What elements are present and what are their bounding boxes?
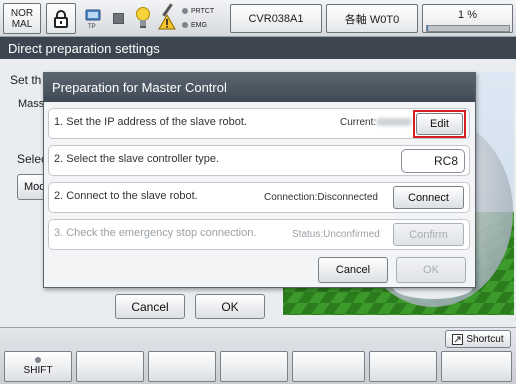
controller-type-step: 2. Select the slave controller type.: [54, 153, 220, 165]
bg-set-text: Set th: [10, 73, 42, 87]
status-light-icon: [134, 6, 154, 32]
shortcut-button[interactable]: Shortcut: [445, 330, 511, 348]
status-square-icon: [113, 13, 124, 24]
function-key-f1[interactable]: [76, 351, 144, 382]
axis-mode-label: 各軸 W0T0: [344, 13, 400, 26]
lock-icon: [54, 9, 68, 28]
shift-label: SHIFT: [23, 365, 53, 376]
ip-address-step: 1. Set the IP address of the slave robot…: [54, 116, 248, 128]
emergency-stop-status: Status:Unconfirmed: [292, 229, 380, 240]
controller-type-value: RC8: [433, 154, 458, 168]
connect-button[interactable]: Connect: [393, 186, 464, 209]
function-key-f6[interactable]: [441, 351, 512, 382]
master-control-dialog: [43, 72, 476, 288]
function-key-f5[interactable]: [369, 351, 437, 382]
shortcut-label: Shortcut: [466, 333, 504, 345]
dialog-ok-button[interactable]: OK: [396, 257, 466, 283]
bg-cancel-button[interactable]: Cancel: [115, 294, 185, 319]
speed-bar: [425, 25, 510, 32]
robot-name: CVR038A1: [248, 12, 304, 25]
controller-type-field[interactable]: RC8: [401, 149, 465, 173]
title-bar: Direct preparation settings: [0, 37, 516, 59]
mode-line1: NOR: [10, 7, 34, 19]
function-key-f4[interactable]: [292, 351, 365, 382]
prtct-dot: [182, 8, 188, 14]
edit-ip-button[interactable]: Edit: [416, 113, 463, 135]
axis-mode-button[interactable]: 各軸 W0T0: [326, 4, 418, 33]
connect-label: Connect: [408, 191, 449, 204]
prtct-indicator: PRTCT: [182, 5, 232, 17]
function-key-f2[interactable]: [148, 351, 216, 382]
current-ip-label: Current:: [340, 117, 377, 128]
teach-pendant-icon: [85, 9, 101, 21]
speed-label: 1 %: [458, 9, 477, 21]
bg-ok-label: OK: [221, 299, 239, 314]
emg-label: EMG: [191, 21, 207, 29]
tp-indicator: TP: [82, 7, 106, 33]
emg-indicator: EMG: [182, 19, 232, 31]
shift-key[interactable]: SHIFT: [4, 351, 72, 382]
lock-button[interactable]: [46, 3, 76, 34]
bg-ok-button[interactable]: OK: [195, 294, 265, 319]
mode-line2: MAL: [11, 18, 33, 30]
prtct-label: PRTCT: [191, 7, 215, 15]
emg-dot: [182, 22, 188, 28]
robot-name-button[interactable]: CVR038A1: [230, 4, 322, 33]
dialog-title: Preparation for Master Control: [52, 80, 227, 95]
tp-label: TP: [88, 24, 96, 30]
confirm-label: Confirm: [409, 228, 448, 241]
connect-step: 2. Connect to the slave robot.: [54, 190, 198, 202]
warning-icon: [158, 13, 178, 32]
dialog-cancel-button[interactable]: Cancel: [318, 257, 388, 283]
bg-mass-text: Mass: [18, 98, 45, 110]
dialog-ok-label: OK: [423, 264, 439, 276]
connection-status: Connection:Disconnected: [264, 192, 378, 203]
dialog-header: Preparation for Master Control: [44, 73, 475, 102]
dialog-cancel-label: Cancel: [335, 264, 371, 276]
page-title: Direct preparation settings: [8, 40, 160, 56]
shift-indicator-dot: [35, 357, 41, 363]
emergency-stop-step: 3. Check the emergency stop connection.: [54, 227, 257, 239]
current-ip-value: [376, 118, 412, 126]
shortcut-icon: [452, 333, 464, 345]
bg-cancel-label: Cancel: [131, 299, 169, 314]
function-key-f3[interactable]: [220, 351, 288, 382]
confirm-button[interactable]: Confirm: [393, 223, 464, 246]
edit-label: Edit: [430, 118, 449, 130]
speed-bar-fill: [426, 26, 428, 31]
mode-normal-button[interactable]: NOR MAL: [3, 3, 41, 34]
speed-button[interactable]: 1 %: [422, 4, 513, 33]
